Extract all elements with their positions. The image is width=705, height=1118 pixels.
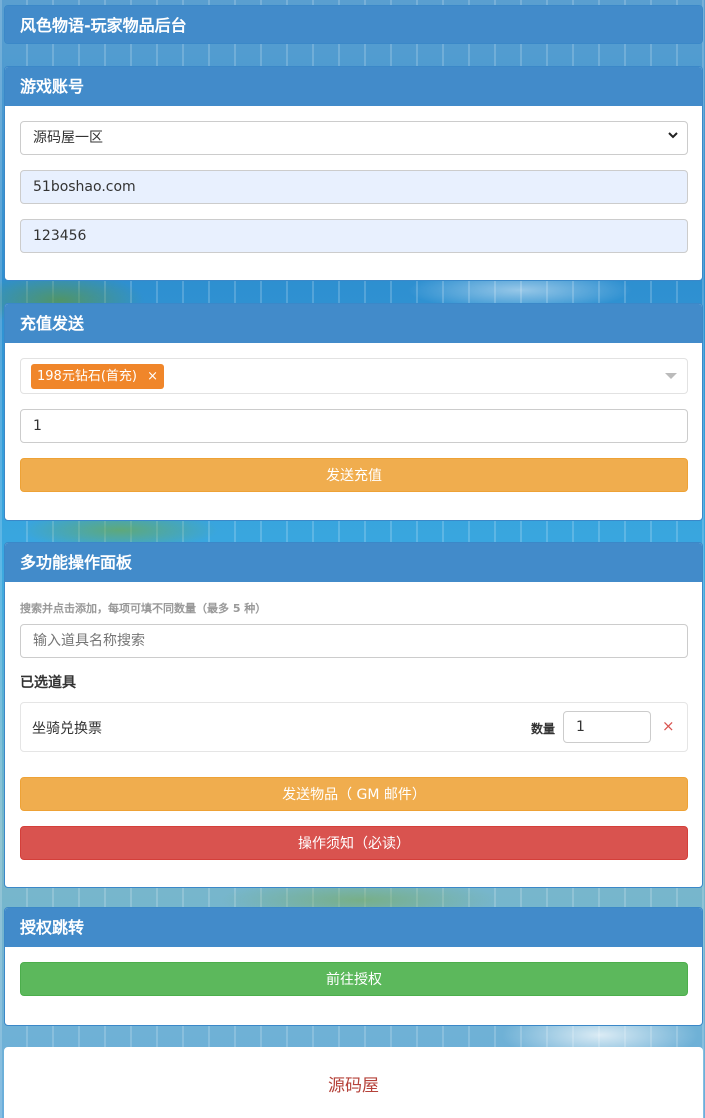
goto-auth-button[interactable]: 前往授权 <box>20 962 688 996</box>
search-hint: 搜索并点击添加，每项可填不同数量（最多 5 种） <box>20 602 267 615</box>
item-quantity-input[interactable] <box>563 711 651 743</box>
chevron-down-icon <box>667 129 679 145</box>
item-search-input[interactable] <box>20 624 688 658</box>
notice-button[interactable]: 操作须知（必读） <box>20 826 688 860</box>
selected-tag-label: 198元钻石(首充) <box>37 369 137 384</box>
multi-panel: 多功能操作面板 搜索并点击添加，每项可填不同数量（最多 5 种） 已选道具 坐骑… <box>4 542 703 888</box>
recharge-multiselect[interactable]: 198元钻石(首充) × <box>20 358 688 394</box>
send-items-button[interactable]: 发送物品（ GM 邮件） <box>20 777 688 811</box>
server-select[interactable]: 源码屋一区 <box>20 121 688 155</box>
selected-items-title: 已选道具 <box>20 675 76 691</box>
multi-body: 搜索并点击添加，每项可填不同数量（最多 5 种） 已选道具 坐骑兑换票 数量 ×… <box>5 582 702 860</box>
recharge-quantity-input[interactable] <box>20 409 688 443</box>
recharge-body: 198元钻石(首充) × 发送充值 <box>5 343 702 492</box>
account-heading: 游戏账号 <box>5 67 702 106</box>
selected-item-row: 坐骑兑换票 数量 × <box>20 702 688 752</box>
recharge-heading: 充值发送 <box>5 304 702 343</box>
username-field[interactable] <box>20 170 688 204</box>
account-panel: 游戏账号 源码屋一区 <box>4 66 703 281</box>
auth-heading: 授权跳转 <box>5 908 702 947</box>
app-header: 风色物语-玩家物品后台 <box>4 5 703 44</box>
auth-panel: 授权跳转 前往授权 <box>4 907 703 1026</box>
recharge-panel: 充值发送 198元钻石(首充) × 发送充值 <box>4 303 703 521</box>
auth-body: 前往授权 <box>5 947 702 996</box>
footer-panel: 源码屋 <box>4 1047 703 1118</box>
remove-item-icon[interactable]: × <box>662 717 675 735</box>
footer-text[interactable]: 源码屋 <box>328 1071 379 1096</box>
selected-tag: 198元钻石(首充) × <box>31 364 165 389</box>
multi-heading: 多功能操作面板 <box>5 543 702 582</box>
quantity-label: 数量 <box>531 722 556 736</box>
selected-item-name: 坐骑兑换票 <box>32 721 102 737</box>
password-field[interactable] <box>20 219 688 253</box>
server-select-wrap: 源码屋一区 <box>20 121 688 155</box>
account-body: 源码屋一区 <box>5 106 702 253</box>
server-select-value: 源码屋一区 <box>33 130 103 146</box>
app-title: 风色物语-玩家物品后台 <box>5 6 702 43</box>
tag-remove-icon[interactable]: × <box>147 369 158 384</box>
send-recharge-button[interactable]: 发送充值 <box>20 458 688 492</box>
dropdown-caret-icon[interactable] <box>665 373 677 379</box>
